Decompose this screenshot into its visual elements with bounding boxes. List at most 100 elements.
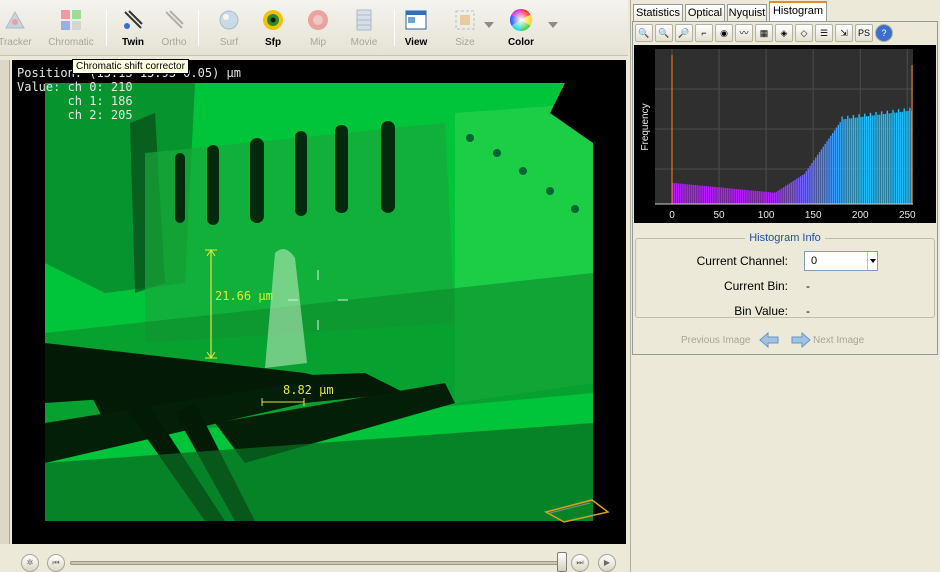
histogram-bar (683, 183, 685, 204)
arrow-right-icon[interactable] (791, 332, 811, 348)
histogram-bar (766, 191, 768, 204)
view-button[interactable]: View (389, 6, 443, 52)
histogram-bar (796, 178, 798, 204)
chromatic-button[interactable]: Chromatic (44, 6, 98, 52)
histogram-bar (752, 190, 755, 204)
histogram-bar (826, 141, 828, 204)
histogram-bar (779, 189, 781, 204)
next-image-link[interactable]: Next Image (813, 335, 864, 346)
movie-button[interactable]: Movie (337, 6, 391, 52)
zoom-out-icon[interactable]: 🔍 (655, 24, 673, 42)
arrow-left-icon[interactable] (759, 332, 779, 348)
horizontal-measure-label: 8.82 µm (283, 383, 334, 397)
histogram-bar (858, 114, 860, 204)
histogram-bar (743, 189, 745, 204)
histogram-bar (816, 154, 819, 204)
histogram-bar (673, 183, 676, 204)
current-channel-row: Current Channel: 0 (636, 251, 936, 271)
histogram-bar (873, 115, 875, 204)
play-button[interactable]: ▶ (598, 554, 616, 572)
histogram-bar (815, 157, 817, 204)
export-icon[interactable]: ⇲ (835, 24, 853, 42)
current-bin-row: Current Bin: - (636, 276, 936, 296)
histogram-bar (773, 192, 776, 204)
histogram-bar (768, 192, 770, 204)
tooltip: Chromatic shift corrector (72, 59, 189, 74)
y-axis-label: Frequency (640, 103, 651, 150)
tab-histogram[interactable]: Histogram (769, 1, 827, 23)
histogram-bar (747, 190, 749, 204)
histogram-bar (892, 109, 894, 204)
histogram-bar (739, 189, 742, 204)
size-icon (455, 10, 475, 30)
line-chart-icon[interactable]: 〰 (735, 24, 753, 42)
table-icon[interactable]: ☰ (815, 24, 833, 42)
histogram-bar (864, 113, 866, 204)
histogram-bar (715, 187, 717, 204)
histogram-bar (871, 115, 873, 204)
histogram-bar (762, 191, 764, 204)
histogram-bar (856, 117, 858, 204)
histogram-bar (719, 187, 721, 204)
histogram-bar (862, 116, 864, 204)
histogram-bar (848, 118, 851, 204)
z-slider-thumb[interactable] (557, 552, 567, 572)
left-splitter[interactable] (0, 60, 10, 544)
tab-statistics[interactable]: Statistics (633, 4, 683, 22)
crop-icon[interactable]: ⌐ (695, 24, 713, 42)
z-slider-track[interactable] (70, 561, 564, 565)
histogram-bar (879, 114, 881, 204)
image-navigation: Previous Image Next Image (633, 332, 939, 352)
histogram-bar (687, 184, 689, 204)
tab-optical[interactable]: Optical (685, 4, 725, 22)
histogram-info-title: Histogram Info (745, 232, 825, 244)
x-tick-label: 100 (758, 210, 775, 221)
help-icon[interactable]: ? (875, 24, 893, 42)
size-dropdown-arrow[interactable] (484, 22, 494, 28)
size-button[interactable]: Size (438, 6, 494, 52)
histogram-bar (880, 111, 883, 204)
ortho-button[interactable]: Ortho (147, 6, 201, 52)
previous-image-link[interactable]: Previous Image (681, 335, 750, 346)
current-channel-select[interactable]: 0 (804, 251, 878, 271)
last-frame-button[interactable]: ⏭ (571, 554, 589, 572)
palette-icon[interactable]: ◉ (715, 24, 733, 42)
x-tick-label: 150 (805, 210, 822, 221)
tab-nyquist[interactable]: Nyquist (727, 4, 767, 22)
histogram-bar (833, 130, 836, 204)
surf-icon (219, 10, 239, 30)
zoom-fit-icon[interactable]: 🔎 (675, 24, 693, 42)
settings-small-button[interactable]: ✲ (21, 554, 39, 572)
histogram-chart: 0 50 100 150 200 250 Frequency (640, 49, 916, 221)
histogram-bar (698, 185, 700, 204)
histogram-bar (751, 190, 753, 204)
histogram-bar (736, 189, 738, 204)
histogram-bar (905, 111, 907, 204)
histogram-bar (884, 113, 887, 204)
image-viewer[interactable]: Position: (13.13 13.93 0.05) µm Value: c… (12, 60, 626, 544)
histogram-bar (897, 109, 900, 204)
histogram-bar (707, 186, 710, 204)
tracker-button[interactable]: Tracker (0, 6, 42, 52)
histogram-bar (711, 186, 713, 204)
histogram-bar (790, 182, 792, 204)
color-button[interactable]: Color (494, 6, 558, 52)
histogram-bar (745, 189, 747, 204)
histogram-bar (818, 152, 821, 204)
zoom-in-icon[interactable]: 🔍 (635, 24, 653, 42)
postscript-icon[interactable]: PS (855, 24, 873, 42)
histogram-bar (777, 190, 779, 204)
histogram-bar (722, 187, 725, 204)
tag-remove-icon[interactable]: ◇ (795, 24, 813, 42)
color-dropdown-arrow[interactable] (548, 22, 558, 28)
histogram-bar (809, 165, 811, 204)
chevron-down-icon[interactable] (867, 252, 877, 270)
x-tick-label: 250 (899, 210, 916, 221)
tag-icon[interactable]: ◈ (775, 24, 793, 42)
histogram-bar (702, 185, 704, 204)
histogram-bar (741, 189, 744, 204)
first-frame-button[interactable]: ⏮ (47, 554, 65, 572)
histogram-bar (845, 118, 847, 204)
image-chart-icon[interactable]: ▦ (755, 24, 773, 42)
histogram-plot[interactable]: 0 50 100 150 200 250 Frequency (634, 45, 936, 223)
